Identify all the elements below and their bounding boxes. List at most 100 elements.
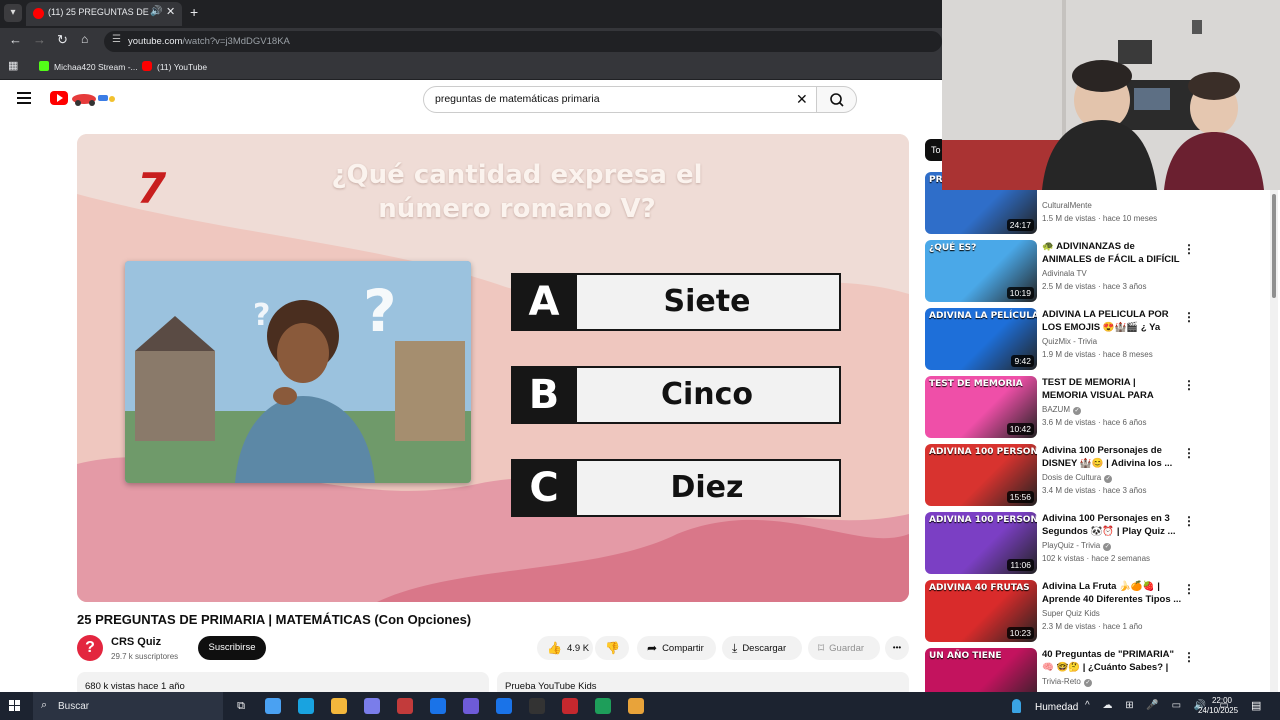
- channel-name[interactable]: CRS Quiz: [111, 636, 161, 648]
- related-video-channel[interactable]: CulturalMente: [1042, 201, 1092, 210]
- video-thumbnail[interactable]: ADIVINA 100 PERSONAJES 15:56: [925, 444, 1037, 506]
- taskbar-search-label: Buscar: [58, 701, 90, 712]
- video-duration: 10:19: [1006, 287, 1034, 299]
- related-video-item[interactable]: ¿QUÉ ES? 10:19 🐢 ADIVINANZAS de ANIMALES d…: [925, 240, 1225, 304]
- youtube-logo-icon[interactable]: [50, 91, 68, 105]
- taskbar-app-icon[interactable]: [331, 698, 347, 714]
- more-options-icon[interactable]: ⋮: [1183, 242, 1195, 256]
- scrollbar[interactable]: [1270, 190, 1278, 692]
- related-video-title[interactable]: Adivina 100 Personajes en 3 Segundos 🐼⏰ …: [1042, 512, 1182, 538]
- subscribe-button[interactable]: Suscribirse: [198, 636, 266, 660]
- bookmark-kick[interactable]: Michaa420 Stream -...: [39, 61, 138, 72]
- guide-menu-icon[interactable]: [17, 92, 31, 104]
- related-video-channel[interactable]: Adivinala TV: [1042, 269, 1087, 278]
- search-button[interactable]: [816, 86, 857, 113]
- taskbar-app-icon[interactable]: [430, 698, 446, 714]
- related-video-channel[interactable]: BAZUM ✓: [1042, 405, 1081, 415]
- task-view-icon[interactable]: ⧉: [233, 698, 249, 714]
- taskbar-app-icon[interactable]: [529, 698, 545, 714]
- taskbar-app-icon[interactable]: [463, 698, 479, 714]
- share-label: Compartir: [662, 643, 704, 654]
- taskbar-app-icon[interactable]: [265, 698, 281, 714]
- active-tab[interactable]: (11) 25 PREGUNTAS DE PRIMARIA 🔊 ✕: [26, 2, 182, 26]
- taskbar-app-icon[interactable]: [364, 698, 380, 714]
- svg-text:?: ?: [253, 298, 270, 333]
- like-button[interactable]: 👍 4.9 K: [537, 636, 593, 660]
- forward-arrow-icon[interactable]: →: [33, 32, 46, 47]
- more-actions-button[interactable]: •••: [885, 636, 909, 660]
- taskbar-search[interactable]: ⌕ Buscar: [33, 692, 223, 720]
- related-video-item[interactable]: TEST DE MEMORIA 10:42 TEST DE MEMORIA | ME…: [925, 376, 1225, 440]
- thumbnail-label: UN AÑO TIENE: [929, 651, 1002, 661]
- more-options-icon[interactable]: ⋮: [1183, 650, 1195, 664]
- more-options-icon[interactable]: ⋮: [1183, 310, 1195, 324]
- back-arrow-icon[interactable]: ←: [9, 32, 22, 47]
- taskbar-app-icon[interactable]: [496, 698, 512, 714]
- notifications-icon[interactable]: ▤: [1251, 699, 1261, 712]
- taskbar-app-icon[interactable]: [298, 698, 314, 714]
- taskbar-app-icon[interactable]: [628, 698, 644, 714]
- clock-date: 24/10/2025: [1198, 706, 1239, 715]
- taskbar-app-icon[interactable]: [562, 698, 578, 714]
- channel-label: BAZUM: [1042, 405, 1070, 414]
- related-video-channel[interactable]: Trivia-Reto ✓: [1042, 677, 1092, 687]
- related-video-item[interactable]: ADIVINA 100 PERSONAJES 15:56 Adivina 100 P…: [925, 444, 1225, 508]
- video-thumbnail[interactable]: ADIVINA LA PELÍCULA 9:42: [925, 308, 1037, 370]
- dislike-button[interactable]: 👎: [595, 636, 629, 660]
- share-button[interactable]: ➦ Compartir: [637, 636, 716, 660]
- related-video-meta: 1.9 M de vistas · hace 8 meses: [1042, 350, 1153, 359]
- video-thumbnail[interactable]: ADIVINA 100 PERSONAJES 11:06: [925, 512, 1037, 574]
- windows-start-icon[interactable]: [9, 700, 21, 712]
- youtube-doodle-icon[interactable]: [70, 90, 116, 106]
- related-video-title[interactable]: 🐢 ADIVINANZAS de ANIMALES de FÁCIL a DIF…: [1042, 240, 1182, 266]
- video-player[interactable]: 7 ¿Qué cantidad expresa el número romano…: [77, 134, 909, 602]
- save-label: Guardar: [829, 643, 865, 654]
- tab-close-icon[interactable]: ✕: [166, 5, 175, 18]
- download-button[interactable]: ⤓ Descargar: [722, 636, 802, 660]
- tab-search-button[interactable]: ▾: [4, 4, 22, 22]
- more-options-icon[interactable]: ⋮: [1183, 582, 1195, 596]
- new-tab-button[interactable]: +: [190, 4, 198, 20]
- address-bar[interactable]: ☰ youtube.com/watch?v=j3MdDGV18KA: [104, 31, 942, 52]
- related-video-title[interactable]: Adivina 100 Personajes de DISNEY 🏰😊 | Ad…: [1042, 444, 1182, 470]
- taskbar-app-icon[interactable]: [595, 698, 611, 714]
- youtube-icon: [142, 61, 152, 71]
- related-video-title[interactable]: ADIVINA LA PELICULA POR LOS EMOJIS 😍🏰🎬 ¿…: [1042, 308, 1182, 334]
- apps-grid-icon[interactable]: ▦: [8, 59, 18, 72]
- related-video-title[interactable]: Adivina La Fruta 🍌🍊🍓 | Aprende 40 Difere…: [1042, 580, 1182, 606]
- related-video-title[interactable]: TEST DE MEMORIA | MEMORIA VISUAL PARA AD…: [1042, 376, 1182, 402]
- site-info-icon[interactable]: ☰: [112, 34, 121, 45]
- related-video-channel[interactable]: Dosis de Cultura ✓: [1042, 473, 1113, 483]
- video-thumbnail[interactable]: ADIVINA 40 FRUTAS 10:23: [925, 580, 1037, 642]
- question-number: 7: [137, 164, 167, 213]
- video-duration: 11:06: [1007, 559, 1034, 571]
- related-video-channel[interactable]: PlayQuiz - Trivia ✓: [1042, 541, 1112, 551]
- taskbar-app-icon[interactable]: [397, 698, 413, 714]
- clear-search-icon[interactable]: ✕: [796, 91, 808, 108]
- save-button[interactable]: ⌑ Guardar: [808, 636, 880, 660]
- more-options-icon[interactable]: ⋮: [1183, 446, 1195, 460]
- search-box[interactable]: preguntas de matemáticas primaria ✕: [423, 86, 817, 113]
- channel-avatar[interactable]: ?: [77, 635, 103, 661]
- clock[interactable]: 22:00 24/10/2025: [1198, 696, 1239, 716]
- bookmark-youtube[interactable]: (11) YouTube: [142, 61, 207, 72]
- related-video-item[interactable]: ADIVINA 100 PERSONAJES 11:06 Adivina 100 P…: [925, 512, 1225, 576]
- reload-icon[interactable]: ↻: [57, 32, 68, 48]
- video-duration: 10:23: [1006, 627, 1034, 639]
- related-video-item[interactable]: ADIVINA LA PELÍCULA 9:42 ADIVINA LA PELICU…: [925, 308, 1225, 372]
- related-video-item[interactable]: ADIVINA 40 FRUTAS 10:23 Adivina La Fruta 🍌…: [925, 580, 1225, 644]
- more-options-icon[interactable]: ⋮: [1183, 514, 1195, 528]
- verified-check-icon: ✓: [1103, 543, 1112, 551]
- weather-widget[interactable]: Humedad: [1012, 699, 1078, 713]
- home-icon[interactable]: ⌂: [81, 32, 88, 46]
- scrollbar-thumb[interactable]: [1272, 194, 1276, 298]
- search-input[interactable]: preguntas de matemáticas primaria: [435, 93, 600, 105]
- related-video-channel[interactable]: Super Quiz Kids: [1042, 609, 1100, 618]
- related-video-channel[interactable]: QuizMix - Trivia: [1042, 337, 1097, 346]
- related-video-meta: 3.6 M de vistas · hace 6 años: [1042, 418, 1147, 427]
- more-options-icon[interactable]: ⋮: [1183, 378, 1195, 392]
- related-video-title[interactable]: 40 Preguntas de "PRIMARIA" 🧠 🤓🤔 | ¿Cuánt…: [1042, 648, 1182, 674]
- video-thumbnail[interactable]: TEST DE MEMORIA 10:42: [925, 376, 1037, 438]
- video-thumbnail[interactable]: ¿QUÉ ES? 10:19: [925, 240, 1037, 302]
- speaker-icon[interactable]: 🔊: [150, 6, 162, 17]
